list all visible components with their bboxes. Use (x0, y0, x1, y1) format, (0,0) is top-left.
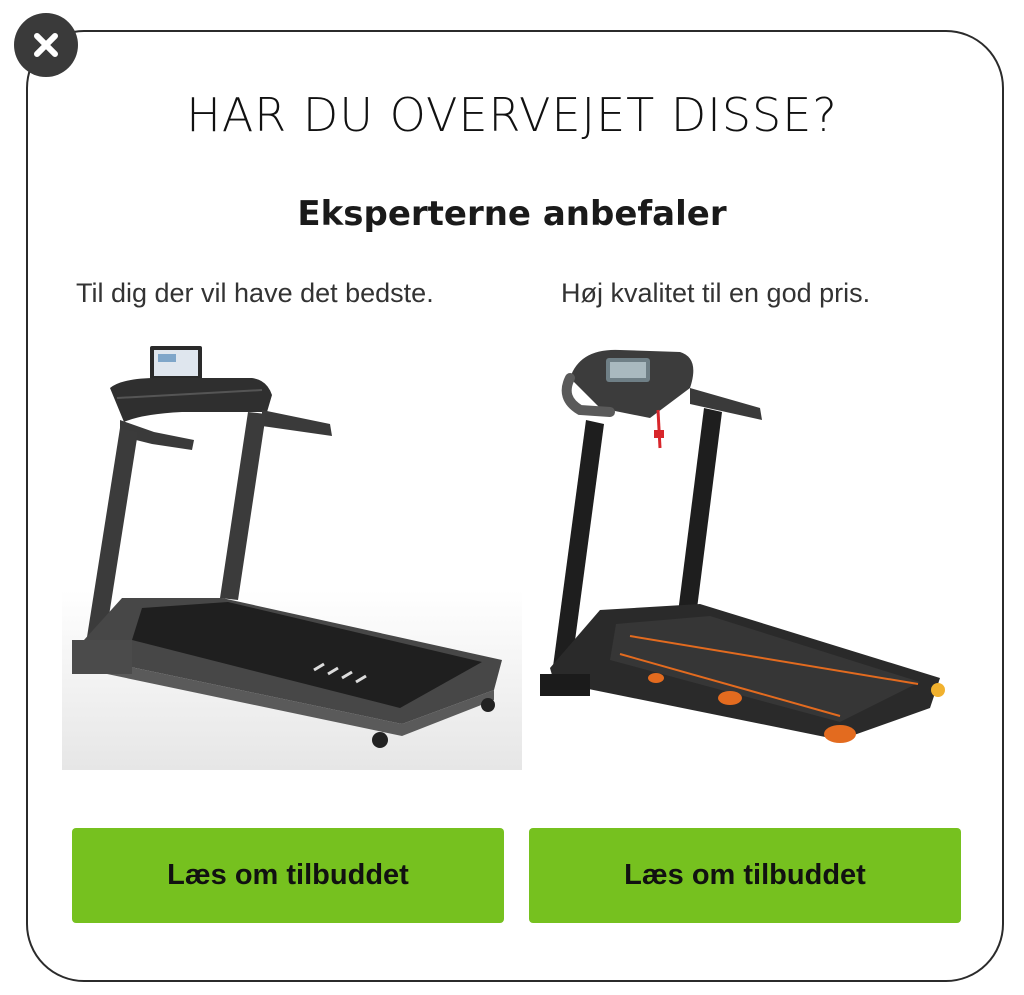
modal-headline: HAR DU OVERVEJET DISSE? (186, 88, 838, 142)
close-x-icon (34, 33, 58, 57)
product-tagline-budget: Høj kvalitet til en god pris. (561, 278, 871, 308)
read-offer-button-budget[interactable]: Læs om tilbuddet (529, 828, 961, 923)
modal-subheadline: Eksperterne anbefaler (297, 194, 727, 234)
treadmill-budget-image[interactable] (540, 348, 960, 758)
product-tagline-premium: Til dig der vil have det bedste. (76, 278, 434, 308)
treadmill-premium-image[interactable] (62, 340, 522, 770)
close-button[interactable] (14, 13, 78, 77)
read-offer-button-premium[interactable]: Læs om tilbuddet (72, 828, 504, 923)
